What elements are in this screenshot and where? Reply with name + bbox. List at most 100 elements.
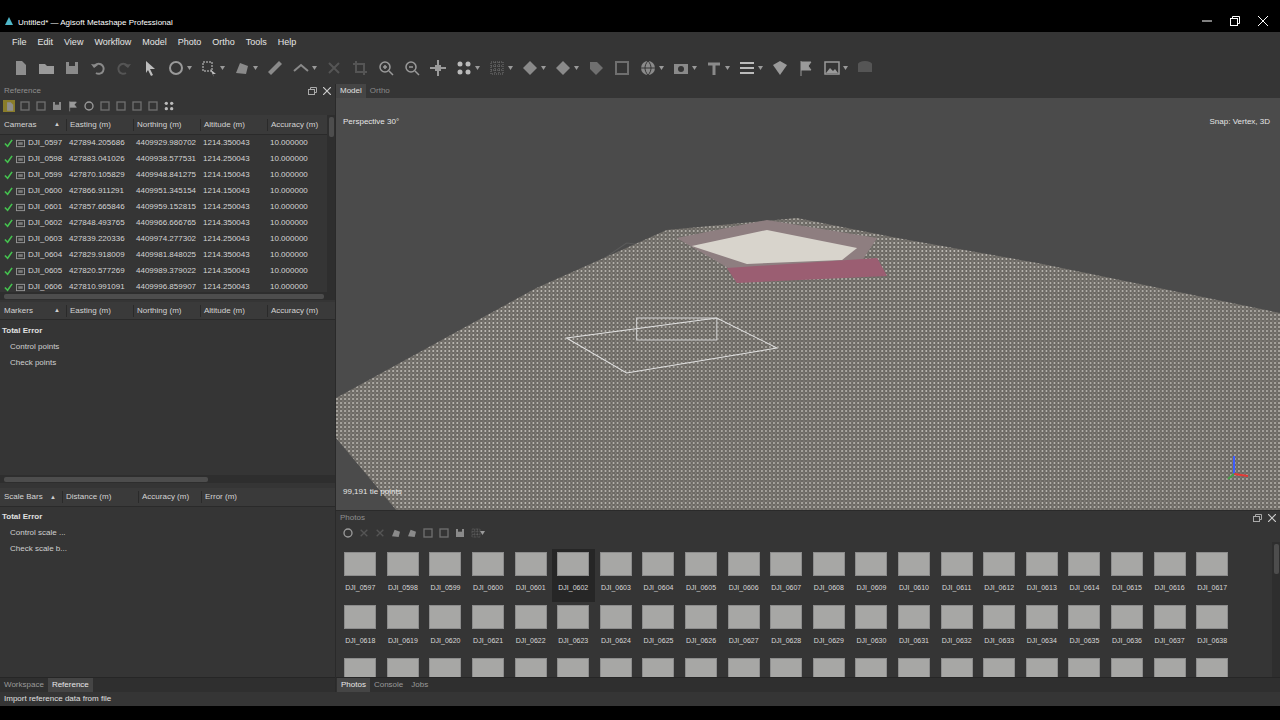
- photo-thumbnail[interactable]: DJI_0604: [637, 549, 680, 602]
- import-button[interactable]: [3, 100, 15, 112]
- dropdown-arrow-icon[interactable]: [253, 66, 258, 70]
- menu-item[interactable]: Help: [278, 38, 297, 47]
- column-header[interactable]: Scale Bars: [4, 491, 43, 503]
- points-icon[interactable]: [455, 59, 473, 77]
- view-estimated-icon[interactable]: [115, 100, 127, 112]
- photo-thumbnail[interactable]: DJI_0632: [935, 602, 978, 655]
- vertical-scrollbar[interactable]: [327, 115, 335, 292]
- panel-tab[interactable]: Console: [370, 678, 407, 692]
- column-header[interactable]: Accuracy (m): [267, 119, 319, 131]
- scrollbar-thumb[interactable]: [329, 117, 334, 137]
- check-icon[interactable]: [4, 235, 13, 244]
- summary-row[interactable]: Control points: [0, 339, 335, 355]
- dropdown-arrow-icon[interactable]: [541, 66, 546, 70]
- photo-thumbnail[interactable]: [467, 655, 510, 675]
- rotate-left-icon[interactable]: [390, 527, 402, 539]
- photo-thumbnail[interactable]: DJI_0599: [424, 549, 467, 602]
- panel-tab[interactable]: Reference: [48, 678, 93, 692]
- photo-thumbnail[interactable]: [637, 655, 680, 675]
- photo-thumbnail[interactable]: [1106, 655, 1149, 675]
- float-icon[interactable]: [308, 87, 317, 95]
- reset-icon[interactable]: [422, 527, 434, 539]
- menu-item[interactable]: Ortho: [212, 38, 235, 47]
- scrollbar-thumb[interactable]: [4, 294, 324, 299]
- photo-thumbnail[interactable]: DJI_0625: [637, 602, 680, 655]
- model-icon[interactable]: [521, 59, 539, 77]
- thumbnails-icon[interactable]: [470, 527, 482, 539]
- photo-thumbnail[interactable]: [1021, 655, 1064, 675]
- camera-row[interactable]: DJI_0601427857.6658464409959.1528151214.…: [0, 199, 327, 215]
- photo-thumbnail[interactable]: DJI_0613: [1021, 549, 1064, 602]
- photo-thumbnail[interactable]: DJI_0627: [722, 602, 765, 655]
- sort-indicator[interactable]: ▲: [50, 493, 62, 502]
- close-icon[interactable]: [1258, 16, 1268, 26]
- save-icon[interactable]: [63, 59, 81, 77]
- camera-row[interactable]: DJI_0605427820.5772694409989.3790221214.…: [0, 263, 327, 279]
- photo-thumbnail[interactable]: [850, 655, 893, 675]
- photo-thumbnail[interactable]: [595, 655, 638, 675]
- menu-item[interactable]: Edit: [38, 38, 54, 47]
- undo-icon[interactable]: [89, 59, 107, 77]
- dense-cloud-icon[interactable]: [488, 59, 506, 77]
- sort-indicator[interactable]: ▲: [54, 120, 66, 129]
- photo-thumbnail[interactable]: [808, 655, 851, 675]
- disable-icon[interactable]: [358, 527, 370, 539]
- photo-thumbnail[interactable]: DJI_0633: [978, 602, 1021, 655]
- photo-thumbnail[interactable]: DJI_0629: [808, 602, 851, 655]
- column-header[interactable]: Altitude (m): [200, 305, 267, 317]
- photo-thumbnail[interactable]: DJI_0609: [850, 549, 893, 602]
- layers-icon[interactable]: [856, 59, 874, 77]
- dropdown-arrow-icon[interactable]: [508, 66, 513, 70]
- check-icon[interactable]: [4, 219, 13, 228]
- photo-thumbnail[interactable]: DJI_0622: [509, 602, 552, 655]
- textured-model-icon[interactable]: [554, 59, 572, 77]
- column-header[interactable]: Accuracy (m): [138, 491, 201, 503]
- photo-thumbnail[interactable]: DJI_0612: [978, 549, 1021, 602]
- menu-item[interactable]: Model: [142, 38, 167, 47]
- column-header[interactable]: Northing (m): [133, 305, 200, 317]
- zoom-in-icon[interactable]: [377, 59, 395, 77]
- column-header[interactable]: Accuracy (m): [267, 305, 329, 317]
- settings-icon[interactable]: [163, 100, 175, 112]
- menu-item[interactable]: Photo: [178, 38, 202, 47]
- crop-icon[interactable]: [351, 59, 369, 77]
- view-source-icon[interactable]: [99, 100, 111, 112]
- photo-thumbnail[interactable]: [382, 655, 425, 675]
- photo-thumbnail[interactable]: DJI_0606: [722, 549, 765, 602]
- export-icon[interactable]: [19, 100, 31, 112]
- column-header[interactable]: Easting (m): [66, 305, 133, 317]
- photo-thumbnail[interactable]: [765, 655, 808, 675]
- camera-row[interactable]: DJI_0603427839.2203364409974.2773021214.…: [0, 231, 327, 247]
- minimize-icon[interactable]: [1202, 16, 1212, 26]
- summary-row[interactable]: Total Error: [0, 323, 335, 339]
- dropdown-arrow-icon[interactable]: [187, 66, 192, 70]
- column-header[interactable]: Altitude (m): [200, 119, 267, 131]
- photo-thumbnail[interactable]: DJI_0605: [680, 549, 723, 602]
- dropdown-arrow-icon[interactable]: [312, 66, 317, 70]
- photo-thumbnail[interactable]: DJI_0635: [1063, 602, 1106, 655]
- panel-tab[interactable]: Workspace: [0, 678, 48, 692]
- photo-thumbnail[interactable]: [339, 655, 382, 675]
- dropdown-arrow-icon[interactable]: [574, 66, 579, 70]
- check-icon[interactable]: [4, 155, 13, 164]
- check-icon[interactable]: [4, 171, 13, 180]
- photo-thumbnail[interactable]: DJI_0636: [1106, 602, 1149, 655]
- camera-row[interactable]: DJI_0598427883.0410264409938.5775311214.…: [0, 151, 327, 167]
- scrollbar-thumb[interactable]: [4, 477, 208, 482]
- photo-thumbnail[interactable]: [1148, 655, 1191, 675]
- point-cloud[interactable]: [336, 98, 1280, 510]
- photo-thumbnail[interactable]: DJI_0603: [595, 549, 638, 602]
- convert-icon[interactable]: [35, 100, 47, 112]
- photo-thumbnail[interactable]: DJI_0607: [765, 549, 808, 602]
- photo-thumbnail[interactable]: [1191, 655, 1234, 675]
- import-icon[interactable]: [4, 101, 15, 112]
- rotate-icon[interactable]: [167, 59, 185, 77]
- view-errors-icon[interactable]: [131, 100, 143, 112]
- photo-thumbnail[interactable]: DJI_0631: [893, 602, 936, 655]
- model-viewport[interactable]: Perspective 30°Snap: Vertex, 3D99,191 ti…: [336, 98, 1280, 510]
- globe-icon[interactable]: [639, 59, 657, 77]
- tools-icon[interactable]: [705, 59, 723, 77]
- tiled-model-icon[interactable]: [587, 59, 605, 77]
- new-icon[interactable]: [11, 59, 29, 77]
- check-icon[interactable]: [4, 203, 13, 212]
